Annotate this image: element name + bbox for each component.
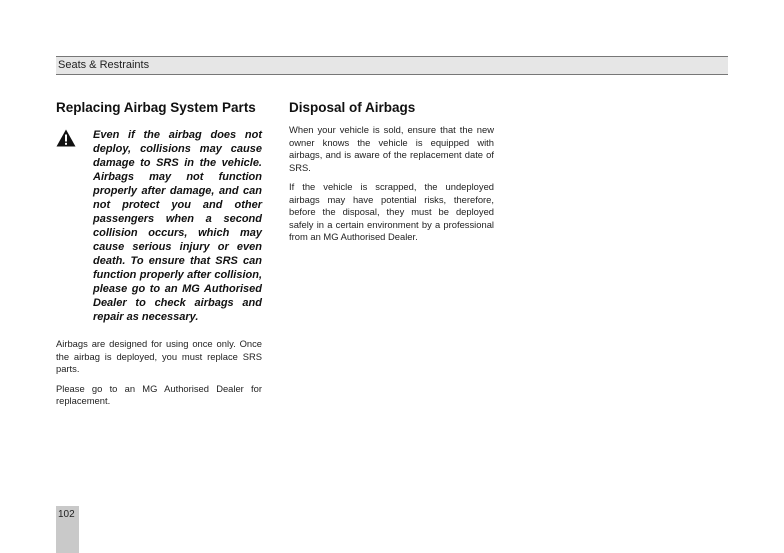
disposal-airbags-heading: Disposal of Airbags xyxy=(289,100,416,115)
left-column: Replacing Airbag System Parts Even if th… xyxy=(56,100,262,415)
section-header-bar: Seats & Restraints xyxy=(56,56,728,75)
paragraph: Airbags are designed for using once only… xyxy=(56,338,262,374)
warning-block: Even if the airbag does not deploy, coll… xyxy=(56,128,262,324)
section-title: Seats & Restraints xyxy=(58,59,150,71)
right-column: Disposal of Airbags When your vehicle is… xyxy=(289,100,494,251)
paragraph: If the vehicle is scrapped, the undeploy… xyxy=(289,181,494,242)
warning-triangle-icon xyxy=(56,129,76,147)
page-number: 102 xyxy=(58,509,75,520)
warning-text: Even if the airbag does not deploy, coll… xyxy=(93,129,262,323)
replacing-airbag-heading: Replacing Airbag System Parts xyxy=(56,100,256,115)
page-number-tab: 102 xyxy=(56,506,79,553)
paragraph: Please go to an MG Authorised Dealer for… xyxy=(56,382,262,407)
paragraph: When your vehicle is sold, ensure that t… xyxy=(289,124,494,173)
